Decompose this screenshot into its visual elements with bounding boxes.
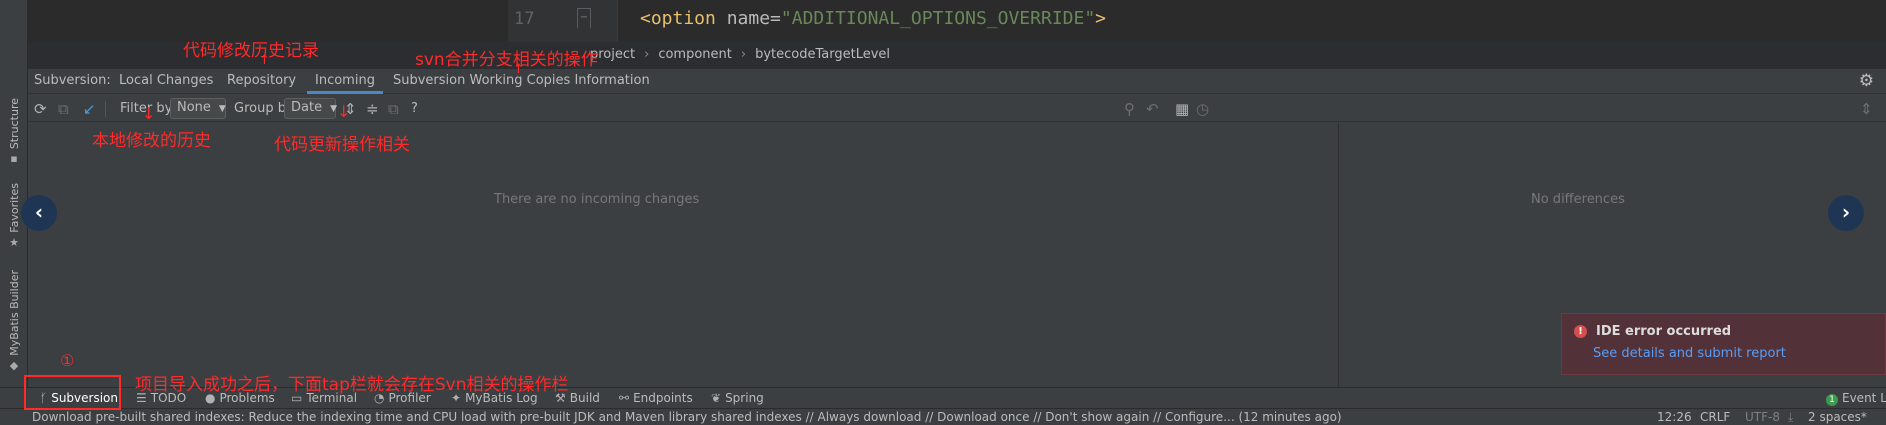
mybatis-builder-tab[interactable]: MyBatis Builder ◆ (2, 270, 26, 372)
toolbar-divider (105, 101, 106, 117)
tab-repository[interactable]: Repository (227, 73, 296, 88)
no-differences-text: No differences (1531, 192, 1625, 207)
breadcrumb-separator-icon: › (740, 47, 747, 62)
group-by-select[interactable]: Date ▼ (284, 98, 337, 119)
code-tag-close: > (1095, 8, 1107, 29)
ide-error-notification: ! IDE error occurred See details and sub… (1561, 313, 1886, 375)
expand-panel-icon[interactable]: ⇕ (1860, 100, 1873, 118)
annotation-arrow-up-icon: ↑ (259, 53, 270, 68)
help-icon[interactable]: ? (411, 101, 418, 116)
annotation-local: 本地修改的历史 (92, 131, 211, 151)
line-separator[interactable]: CRLF (1700, 410, 1730, 424)
mybatis-builder-tab-label: MyBatis Builder (7, 270, 21, 356)
annotation-branch: svn合并分支相关的操作 (415, 50, 598, 70)
breadcrumb: project › component › bytecodeTargetLevel (590, 47, 890, 62)
breadcrumb-separator-icon: › (644, 47, 650, 62)
event-log-label: Event L (1842, 391, 1886, 405)
breadcrumb-item[interactable]: bytecodeTargetLevel (755, 47, 890, 62)
chevron-down-icon: ▼ (218, 104, 226, 114)
gear-icon[interactable]: ⚙ (1859, 71, 1874, 91)
tool-tab-endpoints[interactable]: ⚯ Endpoints (619, 391, 693, 405)
annotation-update: 代码更新操作相关 (274, 135, 410, 155)
code-line: <option name="ADDITIONAL_OPTIONS_OVERRID… (640, 8, 1106, 29)
tab-local-changes[interactable]: Local Changes (119, 73, 213, 88)
empty-incoming-text: There are no incoming changes (494, 192, 700, 207)
status-message[interactable]: Download pre-built shared indexes: Reduc… (32, 410, 1342, 424)
file-encoding[interactable]: UTF-8 (1745, 410, 1780, 424)
structure-icon: ▪ (10, 152, 18, 166)
tab-incoming[interactable]: Incoming (307, 73, 383, 94)
structure-tab[interactable]: Structure ▪ (2, 98, 26, 165)
error-icon: ! (1574, 325, 1587, 338)
event-log-tab[interactable]: 1 Event L (1826, 391, 1886, 406)
chevron-down-icon: ▼ (330, 104, 337, 114)
star-icon: ★ (9, 235, 19, 249)
tool-tab-label: Build (569, 391, 600, 405)
status-bar: Download pre-built shared indexes: Reduc… (0, 408, 1886, 425)
tool-tab-label: Endpoints (633, 391, 693, 405)
caret-position[interactable]: 12:26 (1657, 410, 1692, 424)
annotation-arrow-down-icon: ↓ (337, 102, 351, 121)
event-log-count-icon: 1 (1826, 394, 1838, 406)
spring-leaf-icon: ❦ (711, 391, 722, 405)
refresh-icon[interactable]: ⟳ (34, 100, 47, 118)
lock-icon[interactable]: ⤓ (1788, 410, 1793, 425)
fold-icon[interactable]: − (577, 8, 591, 28)
collapse-all-icon[interactable]: ≑ (366, 100, 379, 118)
error-title: IDE error occurred (1596, 324, 1732, 339)
pin-icon[interactable]: ⚲ (1124, 100, 1135, 118)
filter-by-value: None (177, 100, 211, 115)
annotation-arrow-up-icon: ↑ (513, 62, 524, 77)
endpoints-icon: ⚯ (619, 391, 630, 405)
code-attr: name= (715, 8, 781, 29)
incoming-changes-list[interactable]: There are no incoming changes (28, 123, 1339, 390)
annotation-number: ① (60, 351, 75, 370)
annotation-history: 代码修改历史记录 (183, 41, 319, 61)
revert-icon[interactable]: ↶ (1146, 100, 1159, 118)
tool-tab-spring[interactable]: ❦ Spring (711, 391, 764, 405)
structure-tab-label: Structure (7, 98, 21, 150)
annotation-arrow-down-icon: ↓ (142, 104, 156, 123)
indent-setting[interactable]: 2 spaces* (1808, 410, 1867, 424)
annotation-bottom-note: 项目导入成功之后，下面tap栏就会存在Svn相关的操作栏 (135, 375, 569, 395)
incoming-toolbar: ⟳ ⧉ ↙ Filter by None ▼ Group by Date ▼ ⇕ ≑… (28, 95, 1886, 122)
update-arrow-icon[interactable]: ↙ (83, 100, 96, 118)
filter-by-select[interactable]: None ▼ (170, 98, 226, 119)
layout-icon[interactable]: ▦ (1175, 100, 1189, 118)
group-by-value: Date (291, 100, 323, 115)
copy-icon[interactable]: ⧉ (58, 100, 69, 118)
tool-tab-label: Spring (725, 391, 764, 405)
breadcrumb-item[interactable]: component (658, 47, 732, 62)
mybatis-icon: ◆ (9, 358, 19, 372)
line-number: 17 (514, 9, 535, 29)
next-arrow-icon[interactable]: › (1828, 195, 1864, 231)
copy-revision-icon[interactable]: ⧉ (388, 100, 399, 118)
annotation-highlight-box (24, 375, 121, 410)
favorites-tab-label: Favorites (7, 183, 21, 233)
subversion-prefix-label: Subversion: (34, 73, 111, 88)
history-icon[interactable]: ◷ (1196, 100, 1209, 118)
subversion-tab-bar: Subversion: Local Changes Repository Inc… (28, 69, 1886, 94)
previous-arrow-icon[interactable]: ‹ (21, 195, 57, 231)
code-tag-open: <option (640, 8, 716, 29)
error-details-link[interactable]: See details and submit report (1593, 346, 1786, 361)
code-value: "ADDITIONAL_OPTIONS_OVERRIDE" (780, 8, 1096, 29)
